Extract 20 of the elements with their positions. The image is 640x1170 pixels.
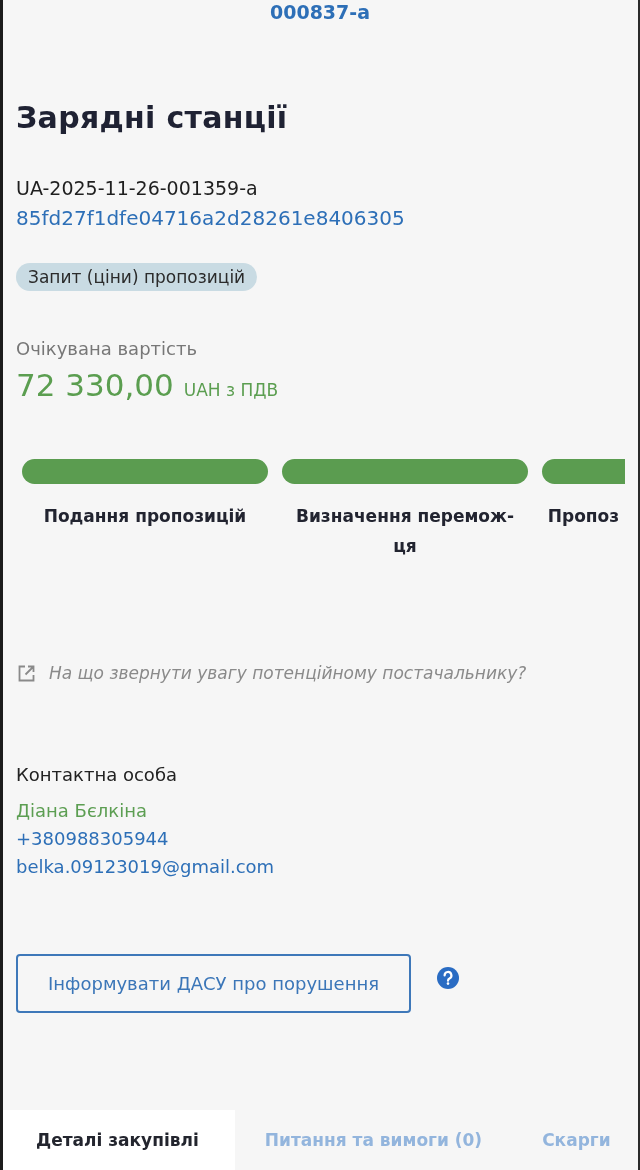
supplier-tip-link[interactable]: На що звернути увагу потенційному постачальнику?	[49, 659, 527, 687]
procurement-id-link[interactable]: 000837-a	[270, 0, 370, 24]
stage-label: Визначення перемож-ця	[295, 505, 515, 558]
currency-label: UAH з ПДВ	[183, 379, 279, 402]
phone-link[interactable]: +380988305944	[16, 825, 169, 853]
external-link-icon	[18, 664, 35, 682]
contact-name: Діана Бєлкіна	[16, 799, 148, 823]
status-badge: Запит (ціни) пропозицій	[16, 263, 258, 291]
contact-heading: Контактна особа	[16, 763, 177, 787]
page-title: Зарядні станції	[16, 99, 288, 137]
tab[interactable]: Деталі закупівлі	[3, 1110, 235, 1170]
expected-value-label: Очікувана вартість	[16, 337, 198, 361]
hash-link[interactable]: 85fd27f1dfe04716a2d28261e8406305	[16, 203, 405, 233]
stage-label: Подання пропозицій	[42, 505, 248, 528]
expected-value-amount: 72 330,00	[16, 366, 174, 405]
report-violation-button[interactable]: Інформувати ДАСУ про порушення	[16, 954, 411, 1013]
email-link[interactable]: belka.09123019@gmail.com	[16, 853, 275, 881]
tender-id: UA-2025-11-26-001359-a	[16, 176, 258, 201]
help-icon[interactable]	[437, 967, 459, 989]
stage-label: Пропоз	[546, 505, 621, 528]
